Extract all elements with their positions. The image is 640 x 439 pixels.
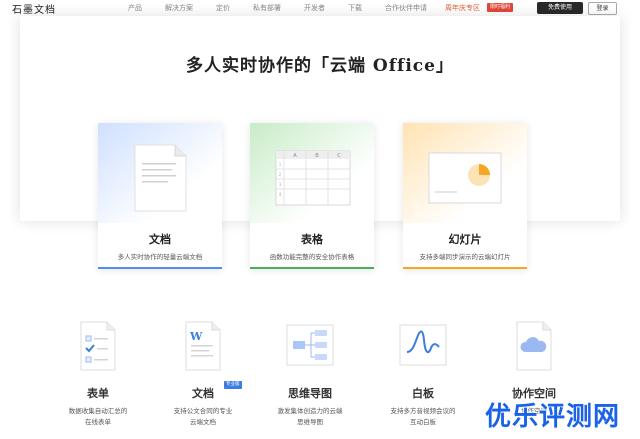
sheet-col-b: B [315, 153, 319, 159]
card-accent-bar [98, 267, 222, 269]
mindmap-icon [286, 324, 334, 366]
nav-link-pricing[interactable]: 定价 [216, 3, 230, 13]
site-watermark: 优乐评测网 [485, 402, 621, 432]
nav-links: 产品 解决方案 定价 私有部署 开发者 下载 合作伙伴申请 [128, 3, 450, 13]
feature-title: 文档 [192, 387, 214, 400]
nav-link-download[interactable]: 下载 [348, 3, 362, 13]
feature-desc-line: 思维导图 [297, 418, 323, 426]
card-desc: 多人实时协作的轻量云端文档 [117, 253, 203, 261]
card-desc: 函数功能完整的安全协作表格 [269, 253, 355, 261]
sheet-row-4: 4 [279, 192, 282, 197]
whiteboard-wave-icon [399, 324, 447, 366]
login-button[interactable]: 登录 [588, 2, 617, 15]
feature-title: 思维导图 [288, 387, 332, 400]
cloud-document-icon [516, 321, 552, 371]
product-card-sheets[interactable]: A B C 1 2 3 4 表格 函数功能完整的安全协作表格 [250, 123, 374, 269]
card-title: 文档 [149, 233, 171, 246]
feature-desc-line: 支持公文合同的专业 [173, 407, 233, 415]
feature-desc: 支持公文合同的专业 云端文档 [153, 406, 253, 428]
form-checklist-icon [80, 321, 116, 371]
slides-illustration [403, 123, 527, 223]
sheet-row-1: 1 [279, 162, 282, 167]
feature-desc: 支持多方音视频会议的 互动白板 [373, 406, 473, 428]
sheet-col-a: A [293, 153, 297, 159]
feature-desc-line: 支持多方音视频会议的 [390, 407, 456, 415]
card-desc: 支持多端同步演示的云端幻灯片 [419, 253, 511, 261]
hero-title: 多人实时协作的「云端 Office」 [186, 56, 454, 76]
feature-desc-line: 在线表单 [85, 418, 111, 426]
nav-link-product[interactable]: 产品 [128, 3, 142, 13]
nav-link-private-deploy[interactable]: 私有部署 [253, 3, 281, 13]
nav-link-anniversary[interactable]: 周年庆专区 [445, 3, 480, 13]
promo-badge: 限时福利 [487, 3, 514, 12]
feature-desc: 数据收集自动汇总的 在线表单 [48, 406, 148, 428]
feature-desc-line: 互动白板 [410, 418, 436, 426]
brand-logo[interactable]: 石墨文档 [12, 1, 56, 16]
feature-desc-line: 云端文档 [190, 418, 216, 426]
free-trial-button[interactable]: 免费使用 [537, 2, 583, 14]
spreadsheet-illustration: A B C 1 2 3 4 [250, 123, 374, 223]
top-navbar: 石墨文档 产品 解决方案 定价 私有部署 开发者 下载 合作伙伴申请 周年庆专区… [0, 0, 640, 16]
feature-title: 白板 [412, 387, 434, 400]
feature-title: 表单 [87, 387, 109, 400]
sheet-row-3: 3 [279, 182, 282, 187]
nav-link-developers[interactable]: 开发者 [304, 3, 325, 13]
feature-desc-line: 数据收集自动汇总的 [68, 407, 128, 415]
feature-desc: 激发集体创造力的云端 思维导图 [260, 406, 360, 428]
nav-link-partners[interactable]: 合作伙伴申请 [385, 3, 427, 13]
sheet-row-2: 2 [279, 172, 282, 177]
word-document-icon: W [185, 321, 221, 371]
card-accent-bar [403, 267, 527, 269]
product-card-slides[interactable]: 幻灯片 支持多端同步演示的云端幻灯片 [403, 123, 527, 269]
nav-link-solutions[interactable]: 解决方案 [165, 3, 193, 13]
sheet-col-c: C [337, 153, 341, 159]
svg-text:W: W [189, 330, 203, 343]
document-illustration [98, 123, 222, 223]
product-card-docs[interactable]: 文档 多人实时协作的轻量云端文档 [98, 123, 222, 269]
card-title: 表格 [301, 233, 323, 246]
feature-desc-line: 激发集体创造力的云端 [277, 407, 343, 415]
card-title: 幻灯片 [448, 233, 482, 246]
card-accent-bar [250, 267, 374, 269]
